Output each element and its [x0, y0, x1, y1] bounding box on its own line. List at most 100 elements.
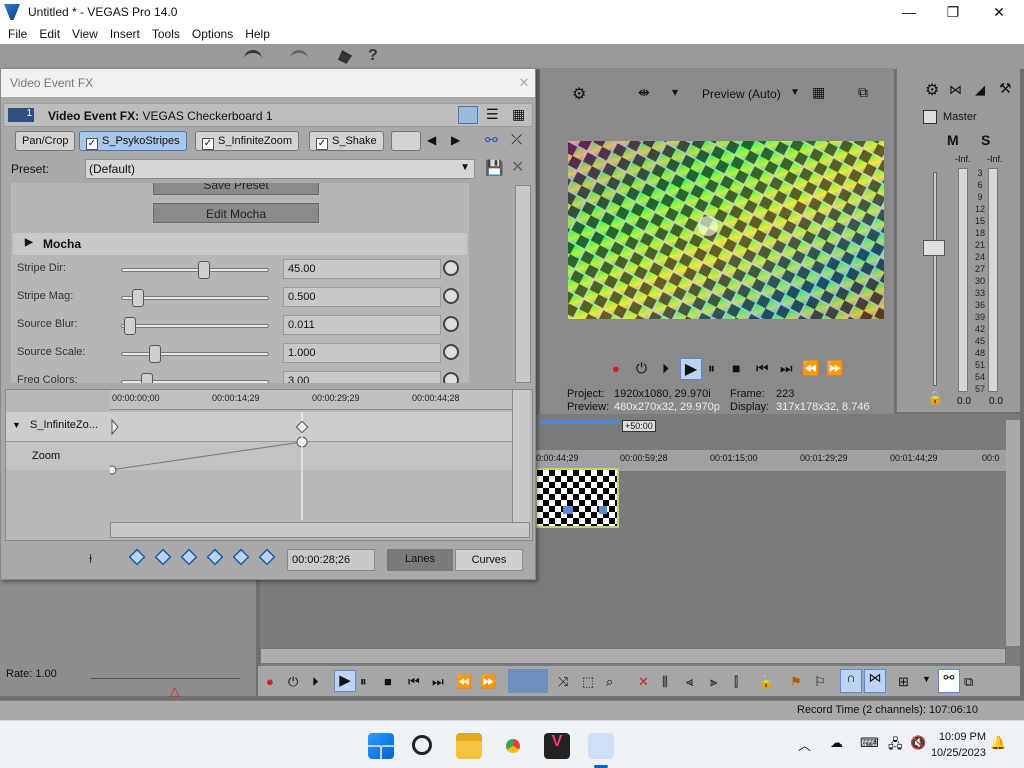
- overlays-icon[interactable]: ▾: [672, 85, 678, 99]
- master-checkbox[interactable]: [923, 110, 937, 124]
- param-slider[interactable]: [121, 324, 269, 328]
- save-preset-icon[interactable]: 💾: [485, 159, 504, 177]
- loop-icon[interactable]: ⏻: [288, 674, 298, 690]
- chrome-icon[interactable]: [500, 733, 526, 759]
- param-slider-thumb[interactable]: [123, 317, 136, 335]
- trim-start-icon[interactable]: ⫷: [686, 674, 693, 690]
- vegas-taskbar-icon[interactable]: [588, 733, 614, 759]
- param-slider-thumb[interactable]: [140, 373, 153, 383]
- play-from-start-icon[interactable]: ⏵: [312, 674, 319, 690]
- pause-icon[interactable]: ⏸: [360, 674, 367, 690]
- keyframe-hscrollbar[interactable]: [110, 522, 530, 538]
- go-to-end-icon[interactable]: ⏭: [780, 360, 793, 377]
- keyframe-time-field[interactable]: 00:00:28;26: [287, 549, 375, 571]
- language-icon[interactable]: ⌨: [860, 735, 879, 751]
- delete-keyframe-icon[interactable]: [258, 548, 276, 566]
- menu-tools[interactable]: Tools: [146, 27, 186, 41]
- next-keyframe-icon[interactable]: [180, 548, 198, 566]
- master-fader[interactable]: [923, 240, 945, 256]
- timeline-vertical-scrollbar[interactable]: [1006, 420, 1020, 646]
- expand-icon[interactable]: ▶: [25, 237, 33, 248]
- prev-keyframe-icon[interactable]: [154, 548, 172, 566]
- chevron-down-icon[interactable]: ▼: [922, 674, 931, 684]
- list-view-icon[interactable]: [458, 106, 478, 124]
- maximize-button[interactable]: ❐: [930, 0, 976, 24]
- menu-help[interactable]: Help: [239, 27, 276, 41]
- go-to-start-icon[interactable]: ⏮: [408, 674, 420, 690]
- mocha-section-header[interactable]: ▶ Mocha: [13, 233, 467, 255]
- plugin-icon[interactable]: [338, 50, 352, 64]
- fx-panel-scrollbar[interactable]: [515, 185, 531, 383]
- checkbox-checked-icon[interactable]: ✓: [86, 138, 98, 150]
- detail-view-icon[interactable]: ☰: [486, 106, 499, 123]
- param-slider-thumb[interactable]: [149, 345, 161, 363]
- marker-icon[interactable]: ⚑: [790, 674, 802, 690]
- split-screen-icon[interactable]: ⇼: [638, 84, 650, 101]
- close-button[interactable]: ✕: [976, 0, 1022, 24]
- volume-muted-icon[interactable]: 🔇: [910, 735, 926, 751]
- fx-close-button[interactable]: ✕: [517, 75, 531, 90]
- app-icon[interactable]: V: [544, 733, 570, 759]
- trim-end-icon[interactable]: ⫸: [710, 674, 717, 690]
- windows-start-icon[interactable]: [368, 733, 394, 759]
- snapping-icon[interactable]: ∩: [840, 669, 862, 693]
- next-frame-icon[interactable]: ⏩: [480, 674, 496, 690]
- lock-icon[interactable]: 🔒: [758, 674, 774, 690]
- gear-icon[interactable]: ⚙: [925, 80, 939, 100]
- preset-dropdown[interactable]: (Default) ▼: [85, 159, 475, 179]
- edit-tool-icon[interactable]: [508, 669, 548, 693]
- param-slider-thumb[interactable]: [132, 289, 145, 307]
- keyframe-animate-icon[interactable]: [443, 260, 459, 276]
- stop-icon[interactable]: ■: [732, 360, 740, 376]
- search-icon[interactable]: [412, 735, 432, 755]
- record-icon[interactable]: ●: [612, 361, 620, 376]
- go-to-start-icon[interactable]: ⏮: [756, 360, 769, 377]
- stop-icon[interactable]: ■: [384, 674, 392, 689]
- keyframe-animate-icon[interactable]: [443, 316, 459, 332]
- keyframe-curve[interactable]: [110, 412, 514, 524]
- network-icon[interactable]: 🖧: [888, 735, 903, 757]
- play-icon[interactable]: ▶: [680, 358, 702, 380]
- add-keyframe-icon[interactable]: [232, 548, 250, 566]
- chain-chip-infinitezoom[interactable]: ✓ S_InfiniteZoom: [195, 131, 299, 151]
- checkbox-checked-icon[interactable]: ✓: [202, 138, 214, 150]
- menu-edit[interactable]: Edit: [33, 27, 66, 41]
- menu-insert[interactable]: Insert: [104, 27, 146, 41]
- chain-chip-psykostripes[interactable]: ✓ S_PsykoStripes: [79, 131, 187, 151]
- chain-chip-more[interactable]: [391, 131, 421, 151]
- cloud-icon[interactable]: ☁: [830, 735, 843, 751]
- param-value-field[interactable]: 0.500: [283, 287, 441, 307]
- collapse-icon[interactable]: ▼: [12, 420, 21, 430]
- undo-icon[interactable]: [244, 50, 262, 64]
- notification-bell-icon[interactable]: 🔔: [990, 735, 1006, 751]
- prev-frame-icon[interactable]: ⏪: [802, 360, 819, 377]
- file-explorer-icon[interactable]: [456, 733, 482, 759]
- next-frame-icon[interactable]: ⏩: [826, 360, 843, 377]
- copy-frame-icon[interactable]: ⧉: [858, 84, 868, 101]
- record-icon[interactable]: ●: [266, 674, 274, 689]
- delete-icon[interactable]: ✕: [638, 674, 649, 690]
- event-fx-icon[interactable]: ⚯: [938, 669, 960, 693]
- auto-crossfade-icon[interactable]: ⋈: [864, 669, 886, 693]
- keyframe-scrollbar[interactable]: [512, 390, 530, 522]
- trim-icon[interactable]: ⫼: [662, 674, 668, 690]
- video-event-clip[interactable]: [535, 468, 619, 528]
- dim-icon[interactable]: ◢: [975, 82, 985, 98]
- keyframe-animate-icon[interactable]: [443, 372, 459, 383]
- lock-icon[interactable]: 🔒: [927, 390, 943, 406]
- loop-region-bar[interactable]: [540, 420, 620, 424]
- delete-preset-icon[interactable]: ✕: [511, 157, 524, 177]
- chain-scroll-left-icon[interactable]: ◀: [427, 133, 436, 147]
- help-icon[interactable]: ?: [368, 47, 382, 64]
- minimize-button[interactable]: —: [886, 0, 932, 24]
- chevron-up-icon[interactable]: ︿: [798, 735, 811, 754]
- keyframe-animate-icon[interactable]: [443, 288, 459, 304]
- clock[interactable]: 10:09 PM 10/25/2023: [931, 729, 986, 761]
- go-to-end-icon[interactable]: ⏭: [432, 674, 444, 690]
- param-value-field[interactable]: 45.00: [283, 259, 441, 279]
- keyframe-animate-icon[interactable]: [443, 344, 459, 360]
- downmix-icon[interactable]: ⋈: [949, 82, 962, 98]
- param-slider-thumb[interactable]: [198, 261, 210, 279]
- gear-icon[interactable]: ⚙: [572, 84, 586, 104]
- menu-view[interactable]: View: [66, 27, 104, 41]
